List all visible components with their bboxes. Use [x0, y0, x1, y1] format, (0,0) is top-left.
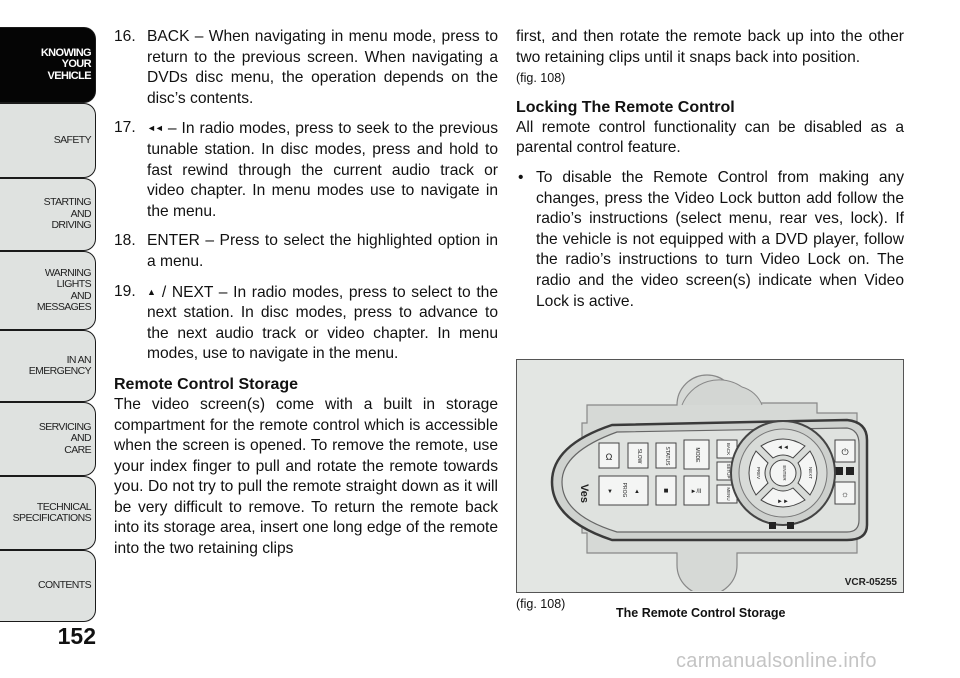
tab-label-line: EMERGENCY	[28, 365, 92, 377]
screen-select-icon	[787, 522, 794, 529]
slow-label: SLOW	[636, 449, 642, 464]
tab-servicing-and-care[interactable]: SERVICING AND CARE	[0, 402, 96, 476]
bullet-text: To disable the Remote Control from makin…	[536, 168, 904, 310]
figure-code: VCR-05255	[844, 577, 897, 588]
screen-select-icon	[835, 467, 843, 475]
brand-logo: Ves	[578, 484, 590, 503]
item-body: ◄◄ – In radio modes, press to seek to th…	[147, 118, 498, 222]
light-icon: ☼	[841, 489, 849, 499]
rewind-icon: ◄◄	[777, 445, 789, 451]
tab-starting-and-driving[interactable]: STARTING AND DRIVING	[0, 178, 96, 251]
next-label: NEXT	[808, 467, 813, 479]
remote-control-illustration: Ves Ω SLOW STATUS MODE BACK SETUP MENU P…	[550, 374, 869, 596]
figure-reference: (fig. 108)	[516, 71, 566, 86]
item-number: 16.	[114, 28, 136, 45]
list-item: 19. ▲ / NEXT – In radio modes, press to …	[114, 282, 498, 365]
bullet-icon: •	[518, 168, 524, 186]
tab-label-line: CARE	[64, 443, 91, 456]
item-text: – In radio modes, press to seek to the p…	[147, 120, 498, 220]
up-arrow-icon: ▲	[147, 286, 157, 297]
item-text: / NEXT – In radio modes, press to select…	[147, 283, 498, 363]
item-text: BACK – When navigating in menu mode, pre…	[147, 28, 498, 107]
tab-safety[interactable]: SAFETY	[0, 103, 96, 178]
tab-contents[interactable]: CONTENTS	[0, 550, 96, 622]
bullet-item: • To disable the Remote Control from mak…	[516, 168, 904, 312]
tab-label-line: LIGHTS	[56, 278, 92, 290]
tab-label-line: CONTENTS	[38, 579, 92, 592]
section-heading: Locking The Remote Control	[516, 98, 735, 116]
item-text: ENTER – Press to select the highlighted …	[147, 232, 498, 270]
prog-down-icon: ▼	[607, 489, 613, 495]
mode-label: MODE	[694, 448, 700, 464]
tab-label: WARNING LIGHTS AND MESSAGES	[36, 267, 92, 314]
continuation-paragraph: first, and then rotate the remote back u…	[516, 28, 904, 66]
left-column: 16. BACK – When navigating in menu mode,…	[114, 27, 498, 560]
tab-label: IN AN EMERGENCY	[28, 354, 92, 378]
section-paragraph: The video screen(s) come with a built in…	[114, 395, 498, 558]
figure-caption: The Remote Control Storage	[616, 606, 786, 620]
tab-label-line: VEHICLE	[47, 69, 92, 82]
fast-forward-icon: ►►	[777, 499, 789, 505]
power-icon: ⏻	[841, 447, 848, 457]
stop-icon: ■	[664, 486, 669, 495]
tab-knowing-your-vehicle[interactable]: KNOWING YOUR VEHICLE	[0, 27, 96, 103]
right-column: first, and then rotate the remote back u…	[516, 27, 904, 312]
tab-label-line: SPECIFICATIONS	[12, 512, 92, 524]
list-item: 17. ◄◄ – In radio modes, press to seek t…	[114, 118, 498, 222]
screen-select-icon	[769, 522, 776, 529]
page-number: 152	[57, 623, 96, 649]
tab-label: CONTENTS	[38, 579, 92, 592]
tab-label: TECHNICAL SPECIFICATIONS	[12, 501, 92, 525]
tab-label-line: DRIVING	[51, 219, 91, 232]
tab-label-line: SAFETY	[53, 133, 92, 146]
tab-label: SERVICING AND CARE	[39, 421, 92, 457]
prev-label: PREV	[756, 467, 761, 479]
figure-remote-control-storage: Ves Ω SLOW STATUS MODE BACK SETUP MENU P…	[516, 359, 904, 596]
menu-label: MENU	[726, 487, 731, 500]
item-number: 19.	[114, 282, 136, 300]
section-paragraph: All remote control functionality can be …	[516, 118, 904, 157]
tab-label-line: MESSAGES	[36, 301, 92, 313]
screen-select-icon	[846, 467, 854, 475]
play-pause-icon: ►/II	[691, 489, 702, 495]
rewind-icon: ◄◄	[147, 123, 164, 134]
tab-technical-specifications[interactable]: TECHNICAL SPECIFICATIONS	[0, 476, 96, 550]
enter-label: ENTER	[782, 465, 787, 481]
tab-label: STARTING AND DRIVING	[44, 197, 92, 232]
item-number: 17.	[114, 119, 136, 137]
tab-in-an-emergency[interactable]: IN AN EMERGENCY	[0, 330, 96, 402]
list-item: 16. BACK – When navigating in menu mode,…	[114, 27, 498, 109]
tab-label: SAFETY	[53, 133, 92, 147]
list-item: 18. ENTER – Press to select the highligh…	[114, 231, 498, 272]
back-label: BACK	[726, 443, 731, 455]
section-heading: Remote Control Storage	[114, 375, 299, 393]
item-body: ▲ / NEXT – In radio modes, press to sele…	[147, 282, 498, 365]
headphone-icon: Ω	[606, 452, 613, 462]
tab-label: KNOWING YOUR VEHICLE	[41, 47, 92, 83]
tab-warning-lights-and-messages[interactable]: WARNING LIGHTS AND MESSAGES	[0, 251, 96, 330]
status-label: STATUS	[664, 447, 670, 467]
prog-up-icon: ▲	[634, 489, 640, 495]
figure-caption-ref: (fig. 108)	[516, 597, 566, 611]
item-number: 18.	[114, 232, 136, 250]
prog-label: PROG	[621, 483, 627, 498]
watermark: carmanualsonline.info	[676, 650, 877, 672]
